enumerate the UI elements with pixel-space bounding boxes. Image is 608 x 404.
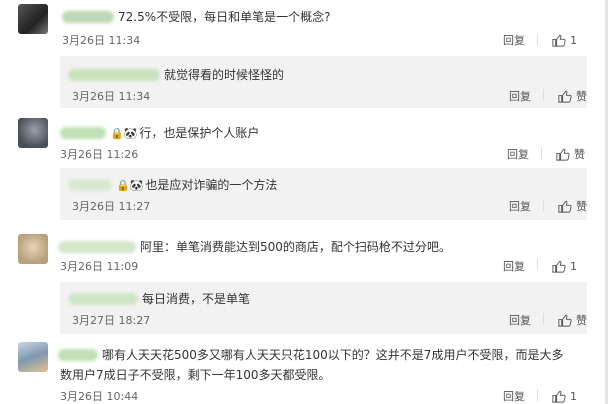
reply-button[interactable]: 回复 <box>503 32 525 48</box>
reply-time: 3月26日 11:34 <box>72 90 151 103</box>
divider <box>543 89 544 101</box>
avatar[interactable] <box>18 118 48 148</box>
like-count: 1 <box>570 259 577 273</box>
avatar[interactable] <box>18 342 48 372</box>
reply-item: 🔒🐼 也是应对诈骗的一个方法 3月26日 11:27 回复 赞 <box>60 168 587 220</box>
reply-item: 就觉得看的时候怪怪的 3月26日 11:34 回复 赞 <box>60 56 587 108</box>
reply-text: 每日消费，不是单笔 <box>68 290 250 307</box>
divider <box>537 259 538 271</box>
reply-actions: 回复 赞 <box>509 312 587 328</box>
like-count: 1 <box>570 389 577 403</box>
comment-actions: 回复 赞 <box>507 146 585 162</box>
comment-text-line2: 数用户7成日子不受限，剩下一年100多天都受限。 <box>60 368 331 382</box>
divider <box>537 389 538 401</box>
comment-time: 3月26日 11:34 <box>62 34 141 47</box>
thumb-up-icon[interactable] <box>555 147 570 162</box>
username-blurred[interactable] <box>58 241 136 253</box>
thumb-up-icon[interactable] <box>551 389 566 404</box>
thumb-up-icon[interactable] <box>557 89 572 104</box>
like-count: 1 <box>570 33 577 47</box>
comment-text-line1: 哪有人天天花500多又哪有人天天只花100以下的？这并不是7成用户不受限，而是大… <box>58 346 563 363</box>
emoji-icon: 🔒🐼 <box>110 127 138 140</box>
reply-text: 🔒🐼 也是应对诈骗的一个方法 <box>68 176 277 193</box>
divider <box>543 313 544 325</box>
reply-time: 3月27日 18:27 <box>72 314 151 327</box>
comment-time: 3月26日 10:44 <box>60 390 139 403</box>
divider <box>537 33 538 45</box>
avatar[interactable] <box>18 234 48 264</box>
thumb-up-icon[interactable] <box>551 259 566 274</box>
username-blurred[interactable] <box>62 11 114 23</box>
comment-time: 3月26日 11:26 <box>60 148 139 161</box>
comment-actions: 回复 1 <box>503 258 577 274</box>
avatar[interactable] <box>18 4 48 34</box>
reply-button[interactable]: 回复 <box>509 88 531 104</box>
username-blurred[interactable] <box>60 127 106 139</box>
username-blurred[interactable] <box>58 349 98 361</box>
reply-actions: 回复 赞 <box>509 88 587 104</box>
reply-button[interactable]: 回复 <box>509 312 531 328</box>
reply-button[interactable]: 回复 <box>509 198 531 214</box>
emoji-icon: 🔒🐼 <box>116 179 144 192</box>
username-blurred[interactable] <box>68 293 138 305</box>
divider <box>541 147 542 159</box>
like-label[interactable]: 赞 <box>576 88 587 104</box>
username-blurred[interactable] <box>68 69 160 81</box>
thumb-up-icon[interactable] <box>551 33 566 48</box>
thumb-up-icon[interactable] <box>557 313 572 328</box>
comment-item: 🔒🐼 行，也是保护个人账户 3月26日 11:26 回复 赞 <box>18 116 591 168</box>
reply-time: 3月26日 11:27 <box>72 200 151 213</box>
comment-item: 72.5%不受限，每日和单笔是一个概念? 3月26日 11:34 回复 1 <box>18 0 591 52</box>
comment-actions: 回复 1 <box>503 32 577 48</box>
comment-list: 72.5%不受限，每日和单笔是一个概念? 3月26日 11:34 回复 1 就觉… <box>0 0 608 404</box>
divider <box>543 199 544 211</box>
like-label[interactable]: 赞 <box>574 146 585 162</box>
comment-text: 阿里：单笔消费能达到500的商店，配个扫码枪不过分吧。 <box>58 238 451 255</box>
comment-item: 哪有人天天花500多又哪有人天天只花100以下的？这并不是7成用户不受限，而是大… <box>18 340 591 404</box>
reply-button[interactable]: 回复 <box>503 388 525 404</box>
like-label[interactable]: 赞 <box>576 198 587 214</box>
comment-text: 72.5%不受限，每日和单笔是一个概念? <box>62 8 331 25</box>
reply-actions: 回复 赞 <box>509 198 587 214</box>
reply-button[interactable]: 回复 <box>503 258 525 274</box>
thumb-up-icon[interactable] <box>557 199 572 214</box>
reply-button[interactable]: 回复 <box>507 146 529 162</box>
comment-text: 🔒🐼 行，也是保护个人账户 <box>60 124 259 141</box>
reply-item: 每日消费，不是单笔 3月27日 18:27 回复 赞 <box>60 282 587 334</box>
reply-text: 就觉得看的时候怪怪的 <box>68 66 284 83</box>
comment-item: 阿里：单笔消费能达到500的商店，配个扫码枪不过分吧。 3月26日 11:09 … <box>18 232 591 284</box>
like-label[interactable]: 赞 <box>576 312 587 328</box>
username-blurred[interactable] <box>68 179 112 191</box>
comment-actions: 回复 1 <box>503 388 577 404</box>
comment-time: 3月26日 11:09 <box>60 260 139 273</box>
